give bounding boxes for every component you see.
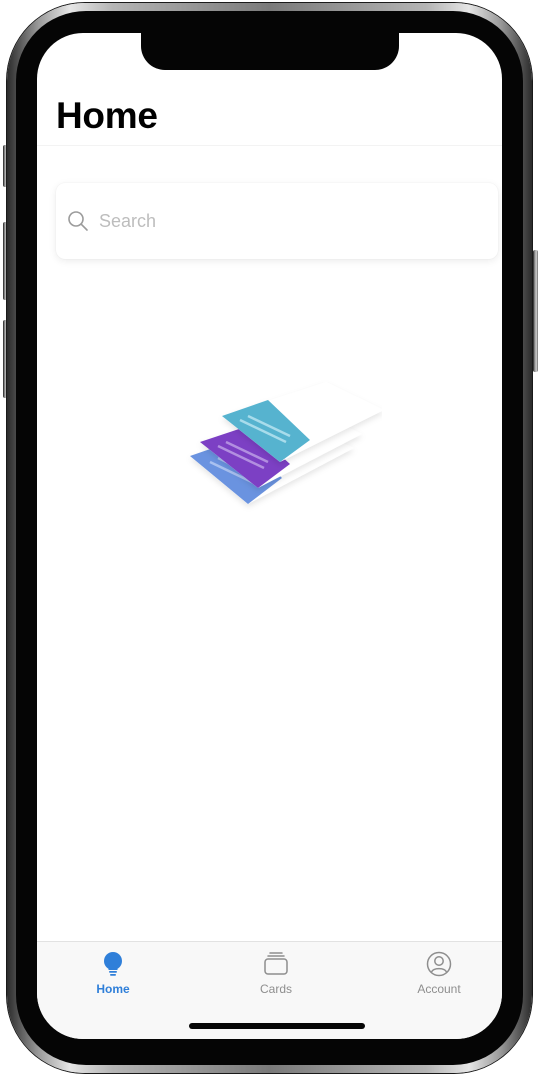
app-screen: Home Search Home Cards Account — [37, 33, 502, 1039]
tab-account[interactable]: Account — [384, 950, 494, 1000]
device-stage: Home Search Home Cards Account — [0, 0, 541, 1079]
home-indicator[interactable] — [189, 1023, 365, 1029]
search-bar[interactable] — [56, 183, 498, 259]
account-circle-icon — [426, 951, 452, 977]
device-notch — [141, 30, 399, 70]
empty-cards-illustration — [190, 382, 382, 504]
lightbulb-icon — [104, 952, 122, 976]
tab-home[interactable]: Home — [58, 950, 168, 1000]
tab-home-label: Home — [96, 982, 130, 996]
page-title: Home — [56, 95, 158, 136]
tab-cards-label: Cards — [259, 982, 292, 996]
cards-stack-icon — [264, 952, 288, 975]
search-input[interactable] — [99, 210, 479, 232]
tab-cards[interactable]: Cards — [221, 950, 331, 1000]
tab-account-label: Account — [417, 982, 461, 996]
search-icon — [68, 211, 88, 231]
header-divider — [37, 145, 502, 146]
power-button — [533, 250, 538, 372]
